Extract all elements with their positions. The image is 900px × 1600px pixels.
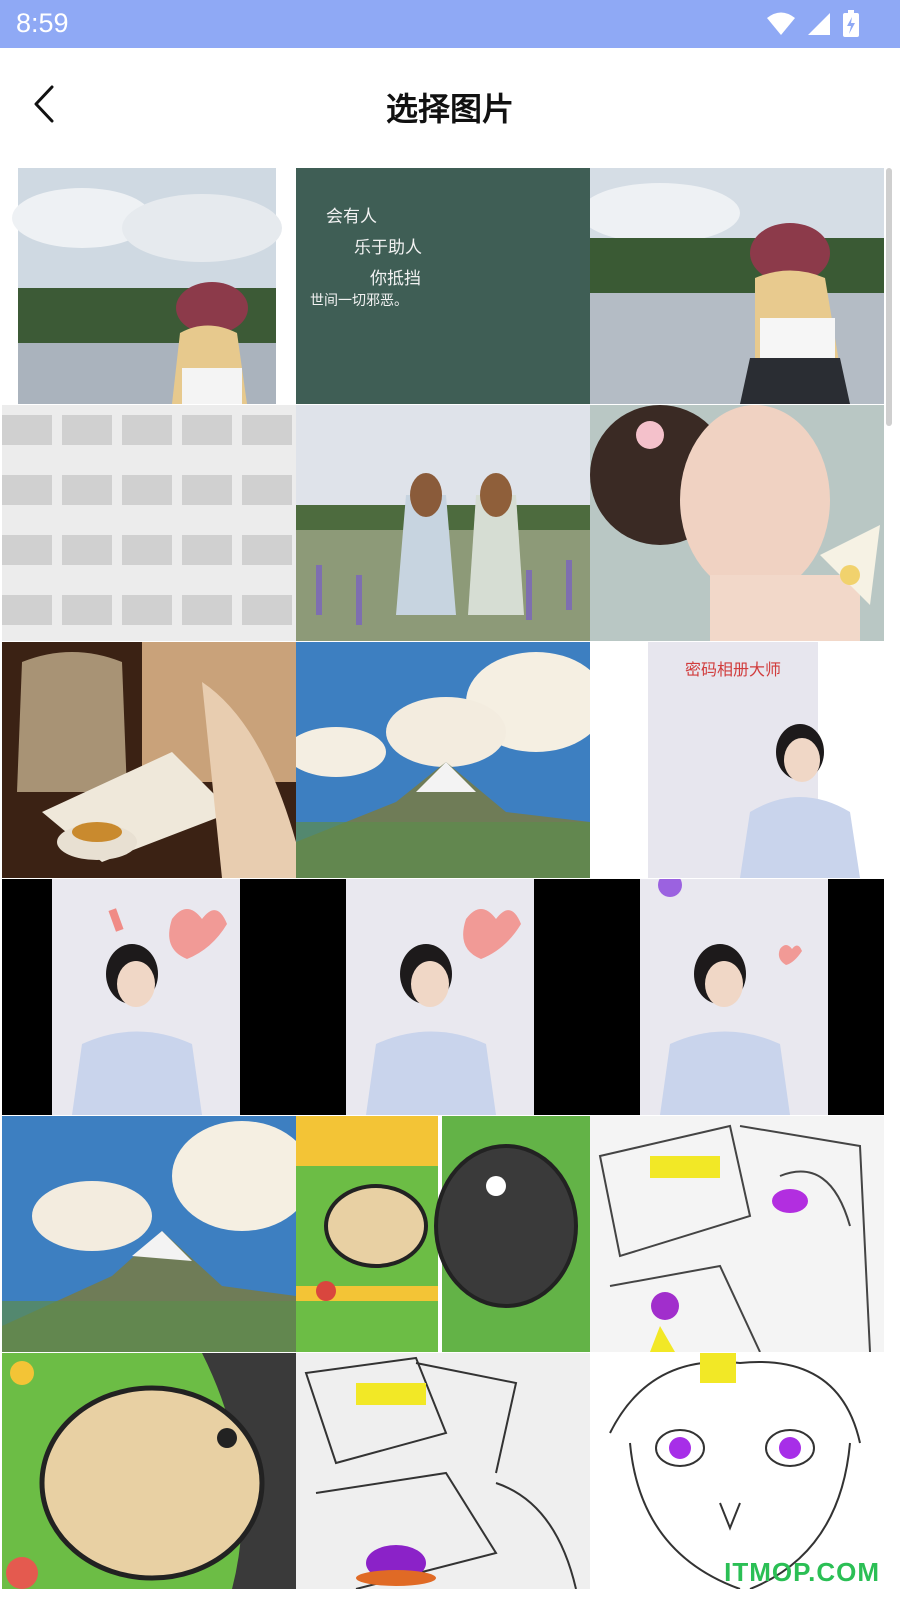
quote-line-2: 乐于助人 (354, 238, 422, 258)
girl-heart-sticker-1-image (2, 879, 296, 1115)
photo-tile[interactable] (2, 405, 296, 641)
photo-tile[interactable] (2, 1116, 296, 1352)
status-icons (766, 10, 860, 38)
photo-tile[interactable]: 会有人 乐于助人 你抵挡 世间一切邪恶。 (296, 168, 590, 404)
page-title: 选择图片 (385, 90, 514, 128)
battery-charging-icon (843, 10, 859, 37)
anime-mountain-clouds-image (296, 642, 590, 878)
photo-tile[interactable] (2, 168, 296, 404)
wifi-icon (767, 12, 795, 35)
photo-tile[interactable] (296, 405, 590, 641)
status-bar: 8:59 (0, 0, 900, 48)
girl-hat-lake-image (2, 168, 296, 404)
status-time: 8:59 (16, 8, 69, 38)
photo-tile[interactable] (296, 642, 590, 878)
photo-tile[interactable]: 密码相册大师 (590, 642, 884, 878)
sketch-girl-colored-image (590, 1116, 884, 1352)
photo-tile[interactable] (590, 879, 884, 1115)
girl-heart-sticker-2-image (296, 879, 590, 1115)
photo-tile[interactable] (2, 642, 296, 878)
green-quote-card: 会有人 乐于助人 你抵挡 世间一切邪恶。 (296, 168, 590, 404)
scrollbar-thumb[interactable] (886, 168, 892, 426)
two-girls-lavender-field-image (296, 405, 590, 641)
sketch-hands-colored-image (296, 1353, 590, 1589)
anime-mountain-clouds-2-image (2, 1116, 296, 1352)
photo-tile[interactable] (590, 405, 884, 641)
photo-tile[interactable] (296, 1116, 590, 1352)
photo-tile[interactable] (590, 1353, 884, 1589)
white-building-facade-image (2, 405, 296, 641)
girl-flowers-painting-image (590, 405, 884, 641)
sketch-girl-purple-eyes-image (590, 1353, 884, 1589)
watermark-text: ITMOP.COM (724, 1557, 880, 1587)
signal-icon (808, 13, 830, 35)
cartoon-dog-closeup-image (2, 1353, 296, 1589)
cartoon-dogs-collage-image (296, 1116, 590, 1352)
girl-flower-sticker-image (590, 879, 884, 1115)
app-bar: 选择图片 (0, 48, 900, 160)
photo-tile[interactable] (590, 1116, 884, 1352)
photo-tile[interactable] (590, 168, 884, 404)
photo-tile[interactable] (2, 879, 296, 1115)
reading-book-tea-image (2, 642, 296, 878)
photo-tile[interactable] (296, 1353, 590, 1589)
quote-line-4: 世间一切邪恶。 (310, 293, 408, 309)
quote-line-1: 会有人 (326, 207, 377, 227)
quote-line-3: 你抵挡 (370, 269, 421, 289)
girl-hat-lake-dock-image (590, 168, 884, 404)
photo-tile[interactable] (296, 879, 590, 1115)
password-album-poster: 密码相册大师 (590, 642, 884, 878)
photo-tile[interactable] (2, 1353, 296, 1589)
